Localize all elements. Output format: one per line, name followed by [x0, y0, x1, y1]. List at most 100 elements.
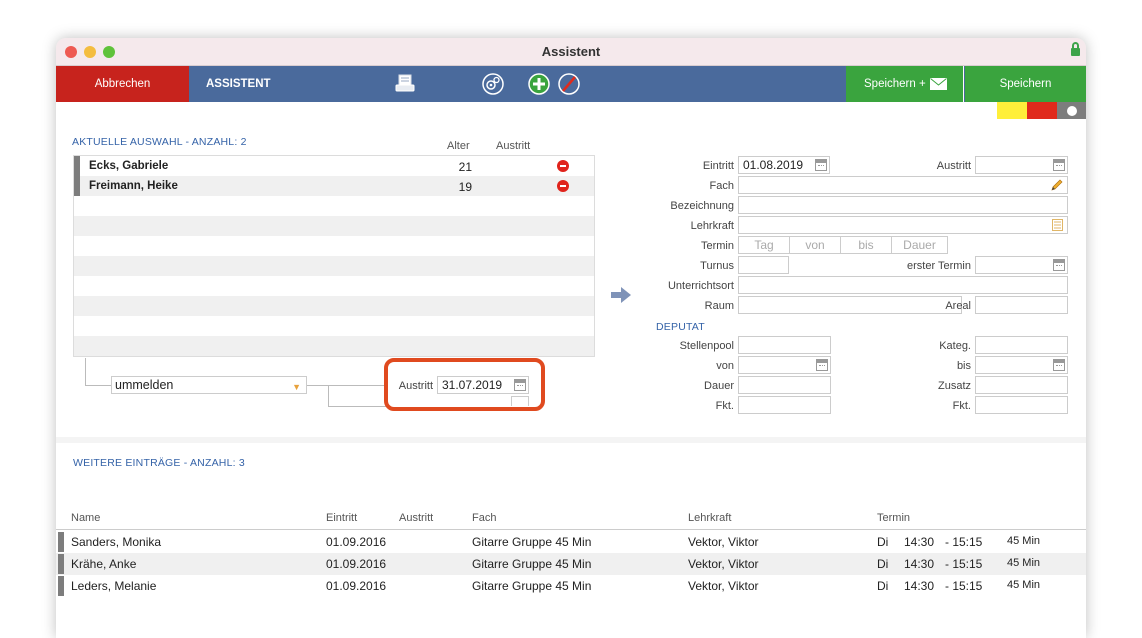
highlight-annotation [384, 358, 545, 411]
person-name: Freimann, Heike [89, 180, 178, 192]
calendar-icon[interactable] [815, 159, 827, 171]
connector-line [307, 385, 387, 386]
termin-column-header[interactable]: Termin [877, 512, 910, 524]
person-name: Ecks, Gabriele [89, 160, 169, 172]
austritt-column-header[interactable]: Austritt [399, 512, 433, 524]
von-date-field[interactable] [738, 356, 831, 374]
termin-label: Termin [700, 240, 734, 252]
lehrkraft-field[interactable] [738, 216, 1068, 234]
austritt-date-field[interactable] [975, 156, 1068, 174]
entries-title: WEITERE EINTRÄGE - ANZAHL: 3 [73, 457, 245, 469]
list-item[interactable]: Freimann, Heike 19 [74, 176, 594, 196]
lehrkraft-column-header[interactable]: Lehrkraft [688, 512, 731, 524]
stellenpool-field[interactable] [738, 336, 831, 354]
connector-line [328, 406, 388, 407]
termin-to-field[interactable]: bis [840, 236, 892, 254]
von-label: von [716, 360, 734, 372]
entry-name: Krähe, Anke [71, 557, 137, 571]
entry-lehrkraft: Vektor, Viktor [688, 557, 759, 571]
list-icon[interactable] [1052, 219, 1063, 231]
chevron-down-icon: ▼ [292, 382, 301, 392]
entry-fach: Gitarre Gruppe 45 Min [472, 535, 592, 549]
status-red-flag[interactable] [1027, 102, 1057, 119]
dauer-field[interactable] [738, 376, 831, 394]
selection-list: Ecks, Gabriele 21 Freimann, Heike 19 [73, 155, 595, 357]
fkt-field[interactable] [738, 396, 831, 414]
erster-termin-field[interactable] [975, 256, 1068, 274]
delete-icon[interactable] [558, 73, 580, 95]
table-row[interactable]: Krähe, Anke 01.09.2016 Gitarre Gruppe 45… [56, 553, 1086, 575]
settings-icon[interactable] [482, 73, 504, 95]
person-age: 21 [458, 160, 472, 174]
calendar-icon[interactable] [1053, 359, 1065, 371]
list-item[interactable]: Ecks, Gabriele 21 [74, 156, 594, 176]
entry-lehrkraft: Vektor, Viktor [688, 579, 759, 593]
empty-row [74, 256, 594, 276]
fach-column-header[interactable]: Fach [472, 512, 496, 524]
termin-day-field[interactable]: Tag [738, 236, 790, 254]
remove-icon[interactable] [557, 160, 569, 172]
entries-panel: WEITERE EINTRÄGE - ANZAHL: 3 Name Eintri… [56, 443, 1086, 638]
empty-row [74, 276, 594, 296]
turnus-field[interactable] [738, 256, 789, 274]
remove-icon[interactable] [557, 180, 569, 192]
eintritt-column-header[interactable]: Eintritt [326, 512, 357, 524]
turnus-label: Turnus [700, 260, 734, 272]
empty-row [74, 236, 594, 256]
pencil-icon[interactable] [1050, 178, 1064, 192]
name-column-header[interactable]: Name [71, 512, 100, 524]
bis-label: bis [956, 360, 971, 372]
areal-label: Areal [945, 300, 971, 312]
unterrichtsort-field[interactable] [738, 276, 1068, 294]
entry-duration: 45 Min [1007, 557, 1041, 569]
eintritt-date-field[interactable]: 01.08.2019 [738, 156, 830, 174]
status-yellow-flag[interactable] [997, 102, 1027, 119]
action-select-value: ummelden [115, 378, 174, 392]
printer-icon[interactable] [394, 73, 416, 95]
fach-field[interactable] [738, 176, 1068, 194]
lock-icon[interactable] [1071, 42, 1080, 56]
areal-field[interactable] [975, 296, 1068, 314]
bezeichnung-field[interactable] [738, 196, 1068, 214]
zusatz-field[interactable] [975, 376, 1068, 394]
calendar-icon[interactable] [1053, 259, 1065, 271]
lehrkraft-label: Lehrkraft [690, 220, 734, 232]
toolbar: Abbrechen ASSISTENT Speichern + Speicher… [56, 66, 1086, 102]
calendar-icon[interactable] [1053, 159, 1065, 171]
kateg-field[interactable] [975, 336, 1068, 354]
termin-from-field[interactable]: von [789, 236, 841, 254]
fkt2-field[interactable] [975, 396, 1068, 414]
connector-line [85, 358, 86, 385]
entry-duration: 45 Min [1007, 579, 1041, 591]
table-row[interactable]: Sanders, Monika 01.09.2016 Gitarre Grupp… [56, 531, 1086, 553]
cancel-button[interactable]: Abbrechen [56, 66, 189, 102]
arrow-right-icon [611, 287, 631, 303]
exit-column-header: Austritt [496, 140, 531, 152]
entry-day: Di [877, 557, 889, 571]
action-select[interactable]: ummelden ▼ [111, 376, 307, 394]
entry-to: - 15:15 [945, 535, 983, 549]
save-and-mail-button[interactable]: Speichern + [846, 66, 964, 102]
assistant-panel: AKTUELLE AUSWAHL - ANZAHL: 2 Alter Austr… [56, 102, 1086, 437]
zusatz-label: Zusatz [937, 380, 971, 392]
eintritt-date-value: 01.08.2019 [743, 158, 804, 172]
person-age: 19 [458, 180, 472, 194]
status-toggle[interactable] [1057, 102, 1086, 119]
save-button[interactable]: Speichern [965, 66, 1086, 102]
unterrichtsort-label: Unterrichtsort [667, 280, 734, 292]
fach-label: Fach [709, 180, 734, 192]
window-title: Assistent [541, 44, 601, 59]
table-row[interactable]: Leders, Melanie 01.09.2016 Gitarre Grupp… [56, 575, 1086, 597]
entry-from: 14:30 [904, 557, 935, 571]
empty-row [74, 336, 594, 356]
empty-row [74, 196, 594, 216]
entry-name: Sanders, Monika [71, 535, 162, 549]
bis-date-field[interactable] [975, 356, 1068, 374]
termin-duration-field[interactable]: Dauer [891, 236, 948, 254]
add-icon[interactable] [528, 73, 550, 95]
dauer-label: Dauer [704, 380, 734, 392]
erster-termin-label: erster Termin [907, 260, 971, 272]
calendar-icon[interactable] [816, 359, 828, 371]
entry-to: - 15:15 [945, 557, 983, 571]
entry-day: Di [877, 535, 889, 549]
